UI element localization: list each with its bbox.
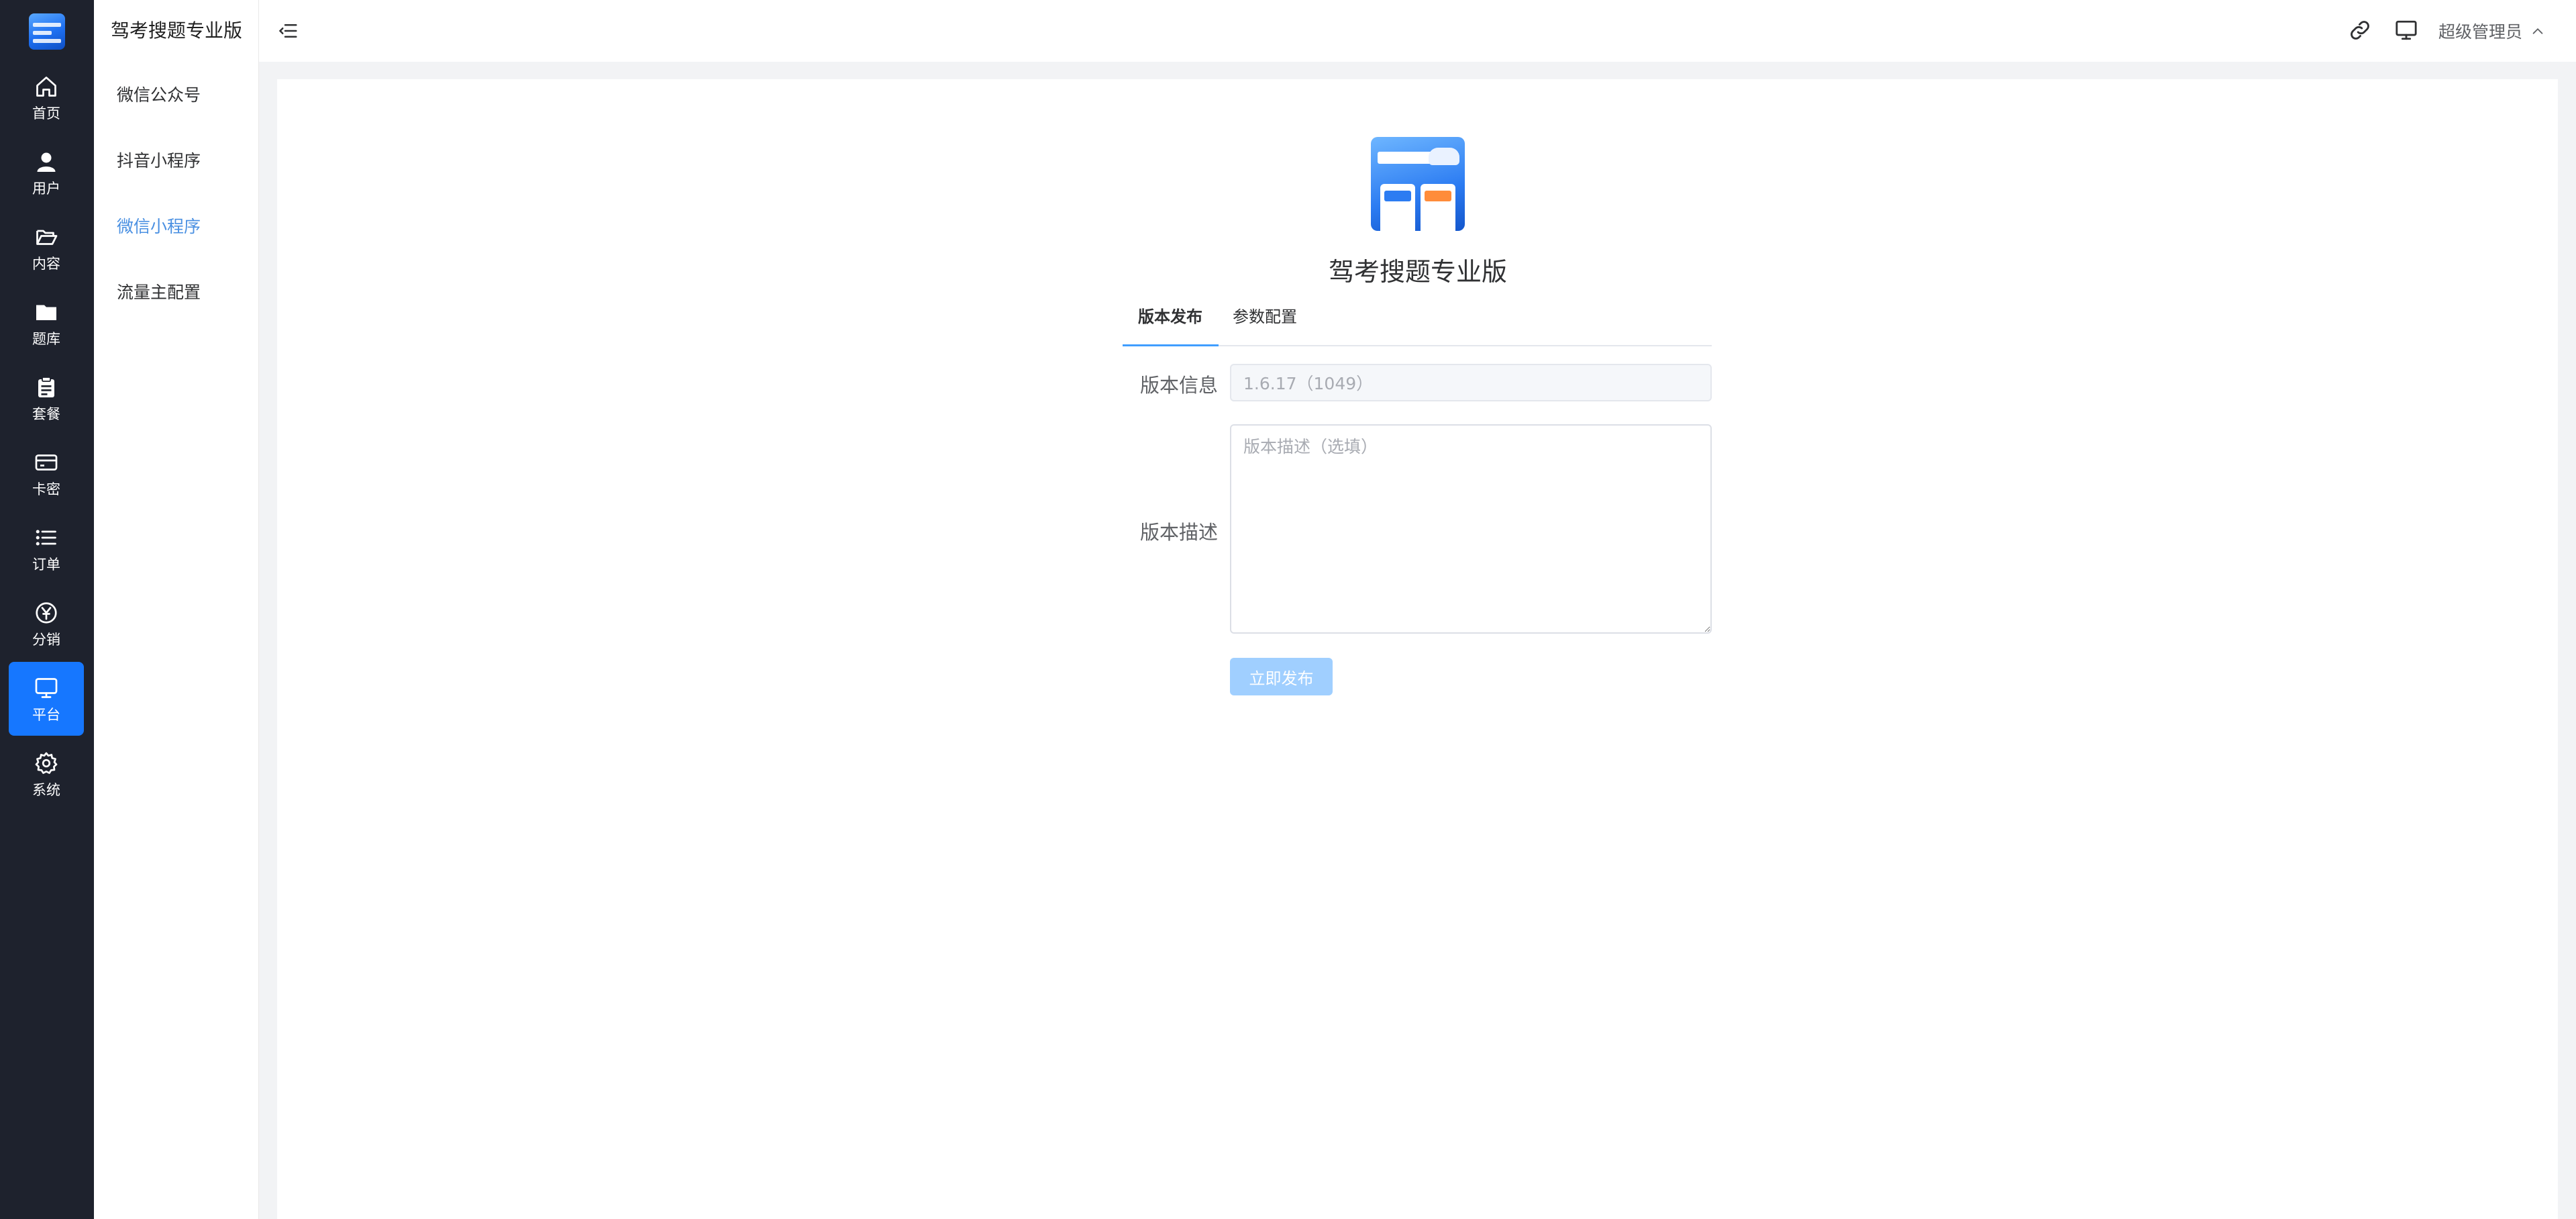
yen-circle-icon bbox=[36, 601, 57, 624]
folder-open-icon bbox=[36, 230, 58, 245]
rail-item-label: 平台 bbox=[32, 706, 60, 723]
version-desc-textarea[interactable] bbox=[1230, 424, 1712, 634]
user-icon bbox=[37, 152, 56, 172]
version-desc-label: 版本描述 bbox=[1139, 521, 1218, 544]
rail-item-label: 卡密 bbox=[32, 481, 60, 497]
chevron-up-icon bbox=[2532, 28, 2543, 34]
rail-item-package[interactable]: 套餐 bbox=[9, 361, 84, 435]
top-header: 超级管理员 bbox=[259, 0, 2576, 62]
home-icon bbox=[36, 76, 56, 97]
publish-button[interactable]: 立即发布 bbox=[1230, 658, 1333, 695]
clipboard-icon bbox=[38, 376, 54, 397]
submenu-item-douyin-miniapp[interactable]: 抖音小程序 bbox=[117, 148, 201, 172]
version-info-field[interactable] bbox=[1230, 364, 1712, 401]
version-info-label: 版本信息 bbox=[1139, 374, 1218, 397]
submenu-item-wechat-official[interactable]: 微信公众号 bbox=[117, 82, 201, 106]
gear-icon bbox=[35, 752, 58, 774]
rail-item-label: 订单 bbox=[32, 556, 60, 573]
platform-submenu: 驾考搜题专业版 微信公众号 抖音小程序 微信小程序 流量主配置 bbox=[94, 0, 259, 1219]
link-icon[interactable] bbox=[2349, 19, 2371, 42]
rail-item-label: 题库 bbox=[32, 330, 60, 347]
rail-item-label: 首页 bbox=[32, 105, 60, 121]
submenu-item-traffic-config[interactable]: 流量主配置 bbox=[117, 279, 201, 303]
rail-item-label: 系统 bbox=[32, 781, 60, 798]
menu-fold-icon[interactable] bbox=[278, 21, 299, 41]
tab-bar: 版本发布 参数配置 bbox=[1123, 301, 1712, 346]
user-name: 超级管理员 bbox=[2438, 22, 2523, 42]
tab-version-release[interactable]: 版本发布 bbox=[1138, 301, 1202, 346]
rail-item-system[interactable]: 系统 bbox=[9, 737, 84, 811]
content-card bbox=[277, 79, 2558, 1219]
rail-item-platform[interactable]: 平台 bbox=[9, 662, 84, 736]
tab-parameter-config[interactable]: 参数配置 bbox=[1233, 301, 1297, 346]
icon-rail: 首页 用户 内容 题库 套餐 卡密 订单 分销 平台 系统 bbox=[0, 0, 94, 1219]
credit-card-icon bbox=[35, 454, 58, 471]
rail-item-label: 套餐 bbox=[32, 405, 60, 422]
submenu-title: 驾考搜题专业版 bbox=[110, 19, 242, 42]
user-menu[interactable]: 超级管理员 bbox=[2438, 19, 2545, 43]
rail-item-distribution[interactable]: 分销 bbox=[9, 587, 84, 661]
rail-item-orders[interactable]: 订单 bbox=[9, 511, 84, 585]
rail-item-users[interactable]: 用户 bbox=[9, 136, 84, 209]
monitor-icon bbox=[35, 677, 58, 698]
app-logo bbox=[1371, 137, 1465, 231]
rail-item-home[interactable]: 首页 bbox=[9, 60, 84, 134]
rail-item-card-secret[interactable]: 卡密 bbox=[9, 436, 84, 510]
folder-icon bbox=[36, 305, 56, 320]
list-icon bbox=[36, 529, 56, 546]
rail-item-label: 用户 bbox=[32, 180, 60, 197]
rail-item-content[interactable]: 内容 bbox=[9, 211, 84, 285]
tab-active-indicator bbox=[1123, 344, 1219, 346]
app-name: 驾考搜题专业版 bbox=[1328, 257, 1507, 287]
submenu-item-wechat-miniapp[interactable]: 微信小程序 bbox=[117, 213, 201, 238]
rail-item-label: 分销 bbox=[32, 631, 60, 648]
monitor-icon[interactable] bbox=[2395, 19, 2418, 42]
brand-logo[interactable] bbox=[29, 13, 65, 50]
rail-item-label: 内容 bbox=[32, 255, 60, 272]
rail-item-question-bank[interactable]: 题库 bbox=[9, 286, 84, 360]
